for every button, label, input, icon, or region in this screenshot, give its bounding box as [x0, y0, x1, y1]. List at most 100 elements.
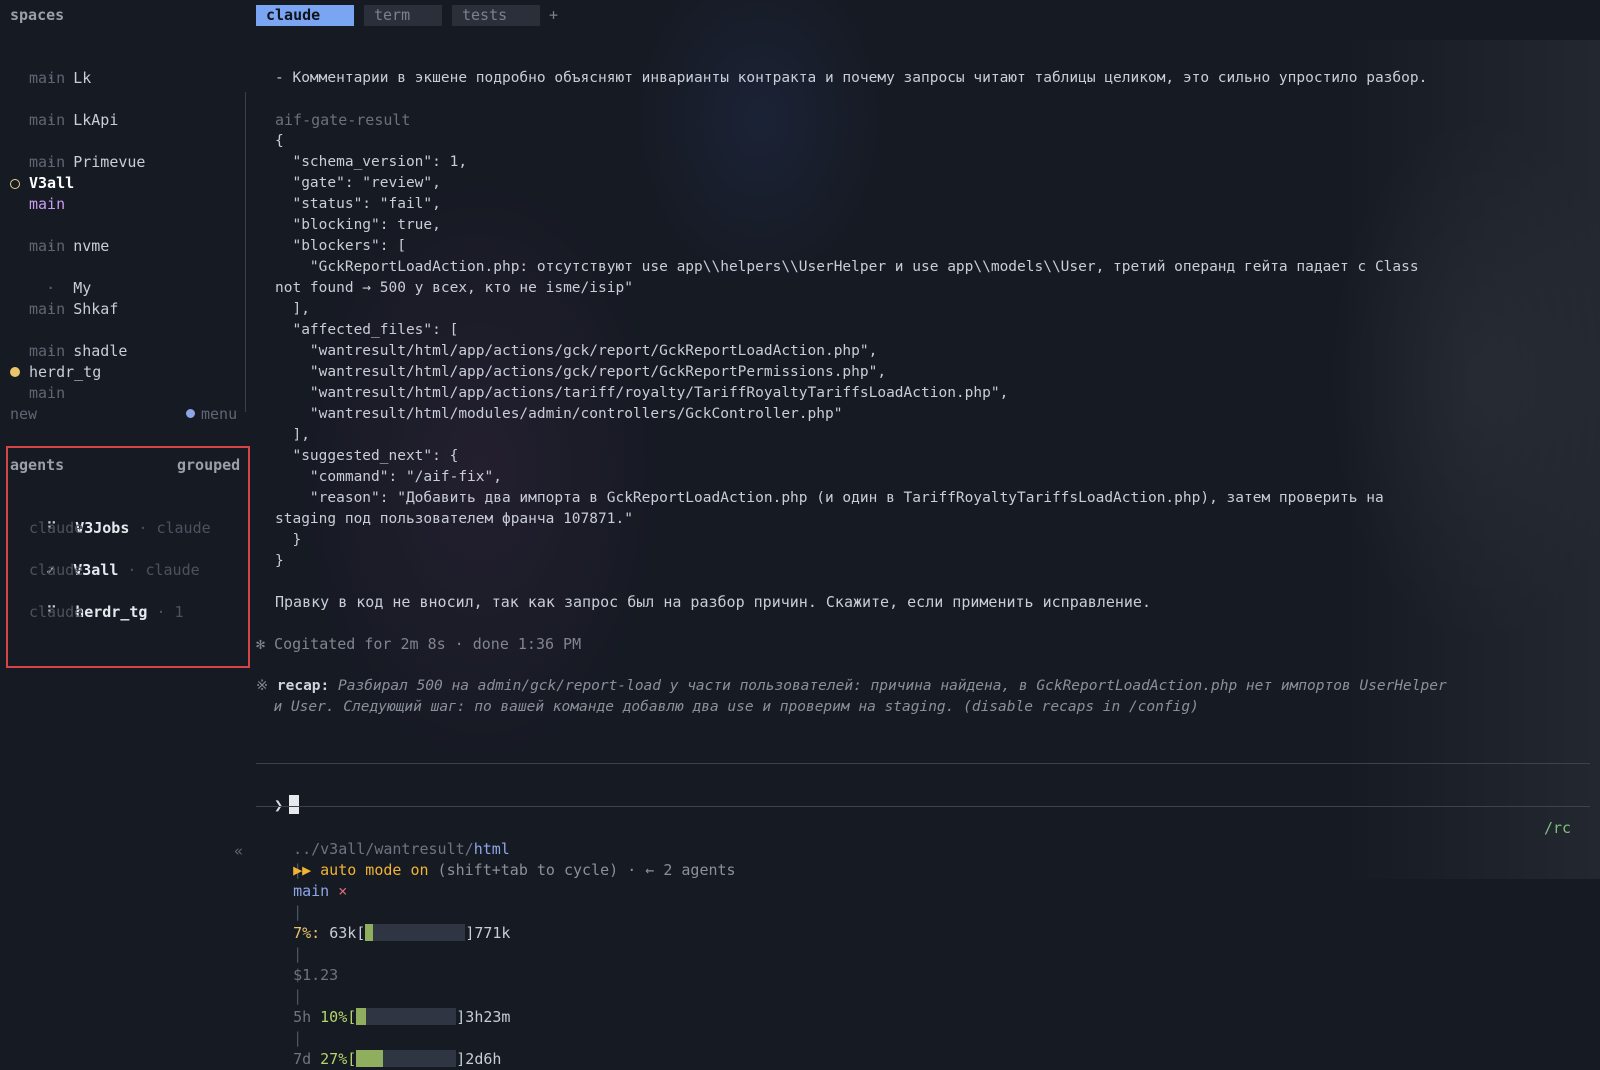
code-line: staging под пользователем франча 107871.… [275, 511, 633, 527]
collapse-sidebar-icon[interactable]: « [234, 842, 243, 860]
space-branch: main [29, 69, 66, 87]
recap-label: recap: [276, 678, 330, 694]
agent-sub: claude [29, 603, 84, 621]
menu-dot-icon [186, 409, 195, 418]
space-branch: main [29, 195, 66, 213]
text-cursor [289, 795, 300, 814]
agent-meta: · 1 [156, 603, 184, 621]
add-tab-button[interactable]: + [549, 5, 558, 26]
mode-line: ▶▶ auto mode on (shift+tab to cycle) · ←… [275, 839, 736, 879]
space-item-herdr-tg[interactable]: herdr_tg [29, 362, 101, 383]
space-item-nvme[interactable]: · nvme [10, 215, 109, 255]
tab-term[interactable]: term [364, 5, 442, 26]
tab-claude[interactable]: claude [256, 5, 354, 26]
space-branch: main [29, 153, 66, 171]
code-line: "status": "fail", [275, 196, 441, 212]
agent-item-v3all[interactable]: ✓ V3all · claude [10, 539, 200, 579]
window-5h-percent: 10%[ [320, 1008, 357, 1026]
code-line: } [275, 532, 302, 548]
recap-icon: ※ [256, 678, 269, 694]
window-5h-reset: ]3h23m [456, 1008, 511, 1026]
space-name: shadle [73, 342, 128, 360]
code-line: "wantresult/html/app/actions/tariff/roya… [275, 385, 1009, 401]
code-line: "schema_version": 1, [275, 154, 468, 170]
context-bar-fill [365, 924, 374, 941]
agent-meta: · claude [138, 519, 211, 537]
closing-message: Правку в код не вносил, так как запрос б… [275, 593, 1151, 611]
block-label: aif-gate-result [275, 111, 411, 129]
space-branch: main [29, 342, 66, 360]
window-5h-label: 5h [293, 1008, 312, 1026]
agent-item-herdr-tg[interactable]: ⠋ herdr_tg · 1 [10, 581, 183, 621]
window-5h-bar-fill [356, 1008, 367, 1025]
code-line: "wantresult/html/app/actions/gck/report/… [275, 364, 887, 380]
code-line: "GckReportLoadAction.php: отсутствуют us… [275, 259, 1419, 275]
sidebar-title: spaces [10, 6, 65, 24]
status-branch: main [293, 882, 330, 900]
space-item-v3all[interactable]: V3all [29, 173, 74, 194]
context-bar [365, 924, 466, 941]
auto-mode-hint: (shift+tab to cycle) · ← 2 agents [428, 861, 736, 879]
new-space-button[interactable]: new [10, 404, 37, 425]
menu-label: menu [201, 405, 238, 423]
space-name: Primevue [73, 153, 146, 171]
code-line: } [275, 553, 284, 569]
active-ring-icon [10, 179, 20, 189]
message-line: - Комментарии в экшене подробно объясняю… [275, 70, 1428, 86]
agent-sub: claude [29, 561, 84, 579]
prompt-divider-top [256, 763, 1590, 764]
space-branch: main [29, 237, 66, 255]
tab-tests[interactable]: tests [452, 5, 540, 26]
window-7d-bar [356, 1050, 457, 1067]
window-7d-label: 7d [293, 1050, 312, 1068]
context-total: ]771k [465, 924, 511, 942]
space-item-primevue[interactable]: · Primevue [10, 131, 145, 171]
space-item-shadle[interactable]: · shadle [10, 320, 127, 360]
code-line: ], [275, 301, 310, 317]
code-line: not found → 500 у всех, кто не isme/isip… [275, 280, 633, 296]
agent-sub: claude [29, 519, 84, 537]
auto-mode-label: auto mode on [320, 861, 429, 879]
separator: | [293, 945, 303, 963]
space-item-lk[interactable]: · Lk [10, 47, 91, 87]
window-7d-percent: 27%[ [320, 1050, 357, 1068]
cogitated-status: ✻ Cogitated for 2m 8s · done 1:36 PM [256, 635, 582, 653]
agent-name: V3Jobs [75, 519, 130, 537]
code-line: { [275, 133, 284, 149]
code-line: "command": "/aif-fix", [275, 469, 502, 485]
code-line: "affected_files": [ [275, 322, 459, 338]
code-line: "suggested_next": { [275, 448, 459, 464]
agent-name: herdr_tg [75, 603, 148, 621]
space-branch: main [29, 300, 66, 318]
context-percent: 7%: [293, 924, 321, 942]
code-line: ], [275, 427, 310, 443]
status-bar: ../v3all/wantresult/html | main × | 7%: … [275, 818, 510, 1068]
space-name: LkApi [73, 111, 119, 129]
cost: $1.23 [293, 966, 339, 984]
recap-text: Разбирал 500 на admin/gck/report-load у … [329, 678, 1447, 694]
agent-item-v3jobs[interactable]: ⠋ V3Jobs · claude [10, 497, 211, 537]
notification-dot-icon [10, 367, 20, 377]
window-5h-bar [356, 1008, 457, 1025]
code-line: "reason": "Добавить два импорта в GckRep… [275, 490, 1384, 506]
space-item-shkaf[interactable]: · Shkaf [10, 278, 118, 318]
space-name: Shkaf [73, 300, 119, 318]
agents-group-toggle[interactable]: grouped [177, 455, 240, 476]
code-line: "gate": "review", [275, 175, 441, 191]
fast-forward-icon: ▶▶ [293, 861, 312, 879]
rc-indicator[interactable]: /rc [1544, 818, 1571, 839]
space-item-my[interactable]: · My [10, 257, 91, 297]
separator: | [293, 987, 303, 1005]
sidebar-scrollbar[interactable] [245, 92, 246, 412]
code-line: "wantresult/html/app/actions/gck/report/… [275, 343, 878, 359]
prompt-input[interactable]: ❯ [256, 774, 300, 814]
agents-title: agents [10, 456, 65, 474]
code-line: "blockers": [ [275, 238, 406, 254]
prompt-divider-bottom [256, 806, 1590, 807]
space-item-lkapi[interactable]: · LkApi [10, 89, 118, 129]
menu-button[interactable]: menu [186, 404, 237, 425]
space-name: nvme [73, 237, 110, 255]
recap-line-2: и User. Следующий шаг: по вашей команде … [256, 699, 1199, 715]
json-block: { "schema_version": 1, "gate": "review",… [275, 131, 1419, 572]
context-used: 63k[ [329, 924, 366, 942]
